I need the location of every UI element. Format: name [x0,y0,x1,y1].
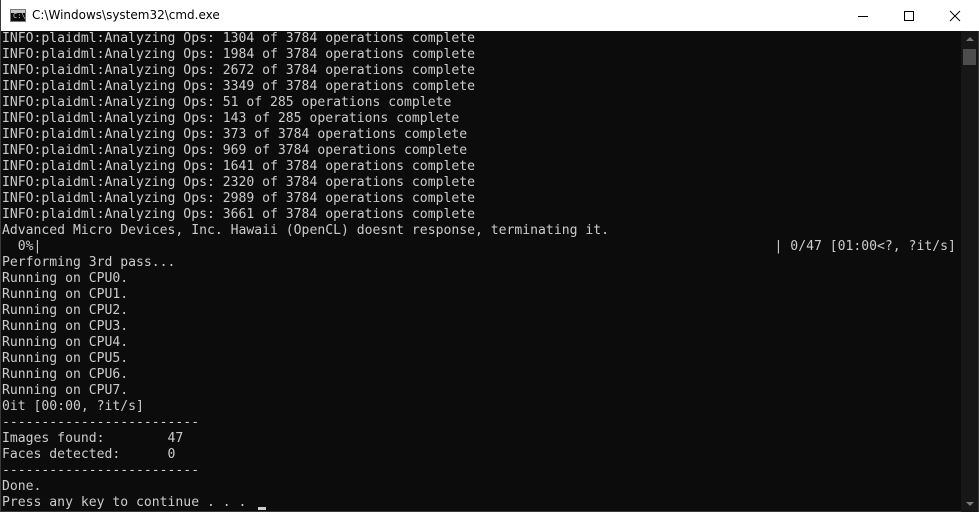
console-line: INFO:plaidml:Analyzing Ops: 1984 of 3784… [2,47,475,62]
maximize-button[interactable] [886,0,932,31]
close-icon [949,10,961,22]
vertical-scrollbar[interactable] [961,31,978,512]
title-bar[interactable]: C:\ C:\Windows\system32\cmd.exe [1,0,979,31]
faces-detected-line: Faces detected: 0 [2,447,176,462]
scroll-down-arrow-icon [966,502,974,506]
console-line: INFO:plaidml:Analyzing Ops: 2320 of 3784… [2,175,475,190]
cmd-icon[interactable]: C:\ [10,9,26,22]
minimize-icon [858,16,868,17]
close-button[interactable] [932,0,978,31]
separator-line: ------------------------- [2,415,200,430]
console-line: INFO:plaidml:Analyzing Ops: 1641 of 3784… [2,159,475,174]
console-line: 0it [00:00, ?it/s] [2,399,144,414]
console-line: Running on CPU1. [2,287,129,302]
scroll-down-button[interactable] [961,495,978,512]
console-line: INFO:plaidml:Analyzing Ops: 373 of 3784 … [2,127,468,142]
console-line: INFO:plaidml:Analyzing Ops: 3349 of 3784… [2,79,475,94]
console-output[interactable]: INFO:plaidml:Analyzing Ops: 1304 of 3784… [1,31,961,512]
console-line: Running on CPU7. [2,383,129,398]
console-line: Running on CPU6. [2,367,129,382]
cmd-icon-prompt: C:\ [13,12,26,20]
console-line: INFO:plaidml:Analyzing Ops: 51 of 285 op… [2,95,452,110]
cmd-window: C:\ C:\Windows\system32\cmd.exe INFO:pla… [0,0,979,512]
progress-line: 0%| | 0/47 [01:00<?, ?it/s] [2,239,956,254]
window-title: C:\Windows\system32\cmd.exe [32,8,220,22]
console-line: Running on CPU0. [2,271,129,286]
minimize-button[interactable] [840,0,886,31]
console-line: INFO:plaidml:Analyzing Ops: 2989 of 3784… [2,191,475,206]
console-line: Running on CPU4. [2,335,129,350]
scroll-up-arrow-icon [966,37,974,41]
console-line: Running on CPU5. [2,351,129,366]
console-line: INFO:plaidml:Analyzing Ops: 2672 of 3784… [2,63,475,78]
console-line: Advanced Micro Devices, Inc. Hawaii (Ope… [2,223,609,238]
console-line: INFO:plaidml:Analyzing Ops: 1304 of 3784… [2,31,475,46]
console-line: INFO:plaidml:Analyzing Ops: 143 of 285 o… [2,111,460,126]
images-found-line: Images found: 47 [2,431,184,446]
scroll-up-button[interactable] [961,31,978,48]
console-line: Running on CPU2. [2,303,129,318]
prompt-line: Press any key to continue . . . [2,495,247,510]
console-line: Done. [2,479,42,494]
text-cursor [258,507,266,510]
console-line: INFO:plaidml:Analyzing Ops: 3661 of 3784… [2,207,475,222]
console-line: Running on CPU3. [2,319,129,334]
console-line: INFO:plaidml:Analyzing Ops: 969 of 3784 … [2,143,468,158]
console-line: Performing 3rd pass... [2,255,176,270]
separator-line: ------------------------- [2,463,200,478]
scroll-thumb[interactable] [963,49,976,65]
maximize-icon [904,11,914,21]
